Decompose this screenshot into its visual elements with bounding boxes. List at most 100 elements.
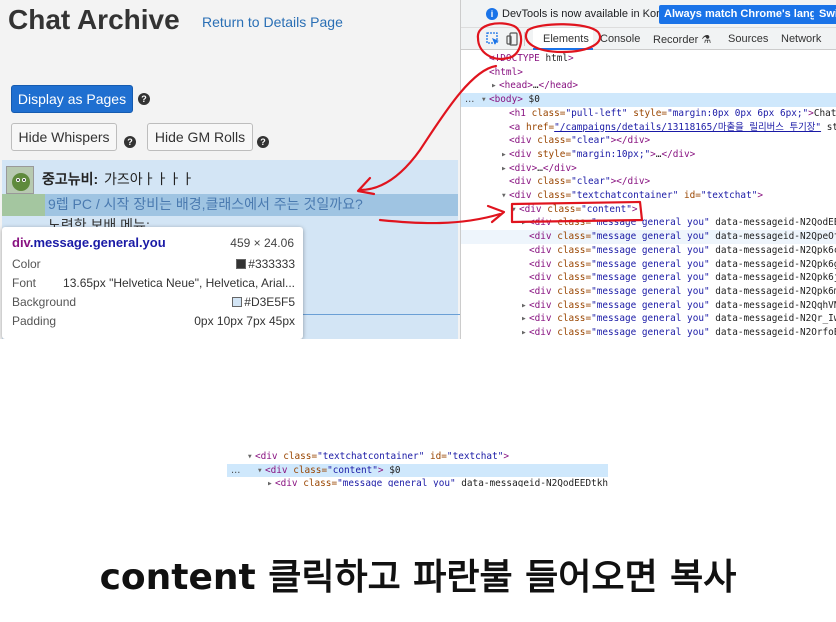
dom-node-markup: <div class="content"> <box>519 203 638 215</box>
help-icon[interactable]: ? <box>124 136 136 148</box>
tooltip-tag: div <box>12 235 30 250</box>
message-text: 가즈아ㅏㅏㅏㅏ <box>104 171 195 187</box>
dom-node[interactable]: ▸ <div style="margin:10px;">…</div> <box>461 148 836 162</box>
switch-language-button[interactable]: Switc <box>814 5 836 24</box>
caption: content 클릭하고 파란불 들어오면 복사 <box>99 557 737 598</box>
more-options-icon[interactable]: … <box>465 93 474 107</box>
help-icon[interactable]: ? <box>138 93 150 105</box>
dom-node[interactable]: <!DOCTYPE html> <box>461 52 836 66</box>
expand-triangle-icon[interactable]: ▸ <box>267 477 275 487</box>
expand-triangle-icon[interactable]: ▸ <box>521 326 529 339</box>
dom-node[interactable]: <div class="message general you" data-me… <box>461 244 836 258</box>
dom-node[interactable]: <div class="message general you" data-me… <box>461 271 836 285</box>
tab-console[interactable]: Console <box>600 33 640 45</box>
device-toolbar-icon[interactable] <box>506 32 520 46</box>
tooltip-key: Font <box>12 276 37 290</box>
collapse-triangle-icon[interactable]: ▾ <box>247 450 255 464</box>
dom-node[interactable]: <h1 class="pull-left" style="margin:0px … <box>461 107 836 121</box>
dom-node[interactable]: <a href="/campaigns/details/13118165/마출을… <box>461 121 836 135</box>
return-to-details-link[interactable]: Return to Details Page <box>202 14 343 30</box>
dom-node-markup: <div class="clear"></div> <box>509 135 651 147</box>
dom-node[interactable]: ▾ <div class="textchatcontainer" id="text… <box>227 450 608 464</box>
more-options-icon[interactable]: … <box>231 464 240 478</box>
dom-node-markup: <div class="message general you" data-me… <box>529 285 836 297</box>
expand-triangle-icon[interactable]: ▸ <box>521 312 529 326</box>
dom-tree-crop: ▾ <div class="textchatcontainer" id="text… <box>227 450 608 487</box>
dom-node[interactable]: ▸ <div class="message general you" data-m… <box>227 477 608 487</box>
message-text: 9렙 PC / 시작 장비는 배경,클래스에서 주는 것일까요? <box>48 196 363 212</box>
dom-node-markup: <div class="clear"></div> <box>509 176 651 188</box>
tooltip-row-color: Color #333333 <box>12 257 295 273</box>
screenshot-root: Chat Archive Return to Details Page Disp… <box>0 0 836 622</box>
collapse-triangle-icon[interactable]: ▾ <box>257 464 265 478</box>
dom-node-markup: <div class="message general you" data-me… <box>529 313 836 325</box>
tooltip-value: #333333 <box>236 257 295 271</box>
page-title: Chat Archive <box>8 4 180 35</box>
tooltip-key: Background <box>12 295 77 309</box>
dom-node[interactable]: ▾ <div class="content"> $0 … <box>227 463 608 478</box>
tab-recorder[interactable]: Recorder ⚗ <box>653 33 711 46</box>
tab-elements[interactable]: Elements <box>543 33 589 45</box>
dom-node[interactable]: ▾ <body> $0 … <box>461 93 836 107</box>
tooltip-key: Color <box>12 257 41 271</box>
dom-node-markup: <head>…</head> <box>499 80 579 92</box>
tooltip-classes: .message.general.you <box>29 235 166 250</box>
dom-node-markup: <div class="message general you" data-me… <box>529 231 836 243</box>
expand-triangle-icon[interactable]: ▸ <box>501 162 509 176</box>
tab-sources[interactable]: Sources <box>728 33 768 45</box>
dom-node[interactable]: ▸ <head>…</head> <box>461 79 836 93</box>
devtools-panel: i DevTools is now available in Korean! A… <box>460 0 836 339</box>
devtools-info-bar: i DevTools is now available in Korean! A… <box>461 0 836 28</box>
dom-node-markup: <div class="content"> $0 <box>265 464 401 476</box>
dom-node-markup: <h1 class="pull-left" style="margin:0px … <box>509 107 836 119</box>
tab-recorder-label: Recorder <box>653 34 699 46</box>
dom-tree: <!DOCTYPE html> <html> ▸ <head>…</head> ▾ <bo… <box>461 52 836 339</box>
help-icon[interactable]: ? <box>257 136 269 148</box>
tooltip-row-font: Font 13.65px "Helvetica Neue", Helvetica… <box>12 276 295 292</box>
dom-node[interactable]: <div class="message general you" data-me… <box>461 258 836 272</box>
dom-node-markup: <div class="message general you" data-me… <box>529 258 836 270</box>
hide-whispers-button[interactable]: Hide Whispers <box>11 123 117 151</box>
dom-node[interactable]: <div class="message general you" data-me… <box>461 230 836 244</box>
dom-node[interactable]: ▾ <div class="content"> <box>461 203 836 217</box>
message-author: 중고뉴비: <box>42 171 99 187</box>
info-text: DevTools is now available in Korean! <box>502 8 682 20</box>
collapse-triangle-icon[interactable]: ▾ <box>501 189 509 203</box>
divider <box>300 314 460 315</box>
dom-node[interactable]: ▸ <div class="message general you" data-m… <box>461 326 836 339</box>
expand-triangle-icon[interactable]: ▸ <box>521 299 529 313</box>
expand-triangle-icon[interactable]: ▸ <box>491 79 499 93</box>
chat-archive-page: Chat Archive Return to Details Page Disp… <box>0 0 460 339</box>
dom-node[interactable]: ▸ <div class="message general you" data-m… <box>461 312 836 326</box>
flask-icon: ⚗ <box>701 34 712 46</box>
tooltip-value: 0px 10px 7px 45px <box>194 314 295 328</box>
collapse-triangle-icon[interactable]: ▾ <box>481 93 489 107</box>
dom-node[interactable]: ▸ <div class="message general you" data-m… <box>461 299 836 313</box>
hide-gm-rolls-button[interactable]: Hide GM Rolls <box>147 123 253 151</box>
dom-node-markup: <html> <box>489 66 523 78</box>
display-as-pages-button[interactable]: Display as Pages <box>11 85 133 113</box>
expand-triangle-icon[interactable]: ▸ <box>501 148 509 162</box>
expand-triangle-icon[interactable]: ▸ <box>521 216 529 230</box>
dom-node[interactable]: <div class="clear"></div> <box>461 175 836 189</box>
dom-node-markup: <div class="message general you" data-me… <box>529 299 836 311</box>
tooltip-size: 459 × 24.06 <box>230 236 294 250</box>
dom-node[interactable]: ▸ <div>…</div> <box>461 162 836 176</box>
tab-network[interactable]: Network <box>781 33 821 45</box>
dom-node[interactable]: <html> <box>461 66 836 80</box>
collapse-triangle-icon[interactable]: ▾ <box>511 203 519 217</box>
dom-node-markup: <div class="message general you" data-me… <box>529 244 836 256</box>
tooltip-value: #D3E5F5 <box>232 295 295 309</box>
always-match-language-button[interactable]: Always match Chrome's language <box>659 5 836 24</box>
dom-node[interactable]: ▾ <div class="textchatcontainer" id="text… <box>461 189 836 203</box>
tooltip-value-text: #D3E5F5 <box>244 295 295 309</box>
dom-node-markup: <body> $0 <box>489 94 540 106</box>
tooltip-selector: div.message.general.you <box>12 235 166 250</box>
inspect-element-icon[interactable] <box>486 32 500 46</box>
dom-node[interactable]: <div class="clear"></div> <box>461 134 836 148</box>
dom-node[interactable]: ▸ <div class="message general you" data-m… <box>461 216 836 230</box>
dom-node-markup: <a href="/campaigns/details/13118165/마출을… <box>509 121 836 133</box>
toolbar-divider <box>524 32 525 46</box>
dom-node-markup: <div class="message general you" data-me… <box>275 478 608 487</box>
dom-node[interactable]: <div class="message general you" data-me… <box>461 285 836 299</box>
